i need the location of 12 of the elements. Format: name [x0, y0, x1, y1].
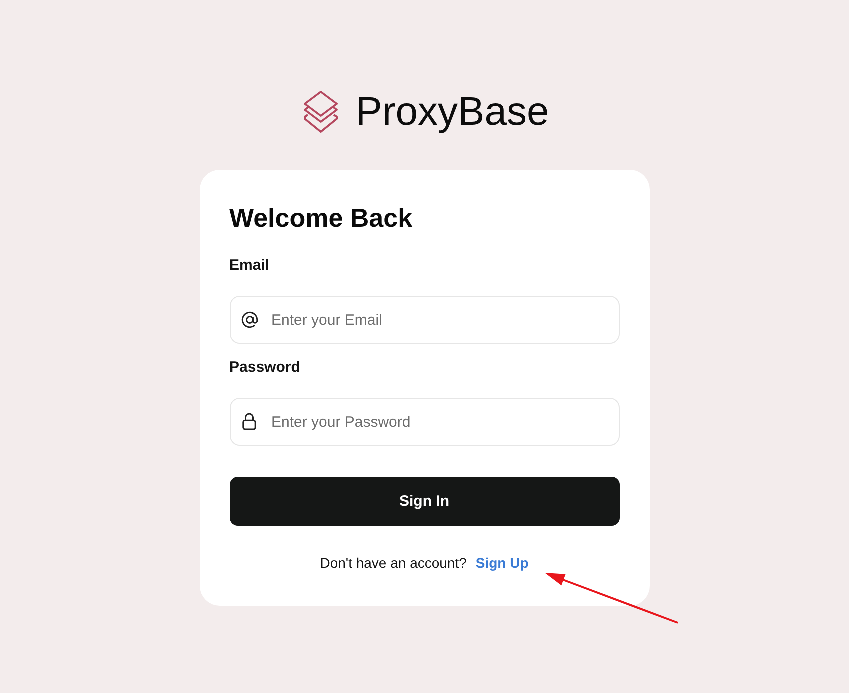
sign-in-button[interactable]: Sign In — [230, 477, 620, 526]
signup-prompt: Don't have an account? — [320, 554, 467, 572]
email-field[interactable]: Enter your Email — [230, 296, 620, 344]
sign-up-link[interactable]: Sign Up — [476, 554, 529, 572]
brand-name: ProxyBase — [356, 90, 550, 134]
lock-icon — [242, 412, 256, 431]
form-title: Welcome Back — [230, 202, 414, 235]
at-sign-icon — [240, 311, 258, 329]
field-label: Password — [230, 358, 300, 378]
field-label: Email — [230, 256, 270, 276]
password-field[interactable]: Enter your Password — [230, 398, 620, 446]
layers-logo-icon — [302, 91, 339, 133]
